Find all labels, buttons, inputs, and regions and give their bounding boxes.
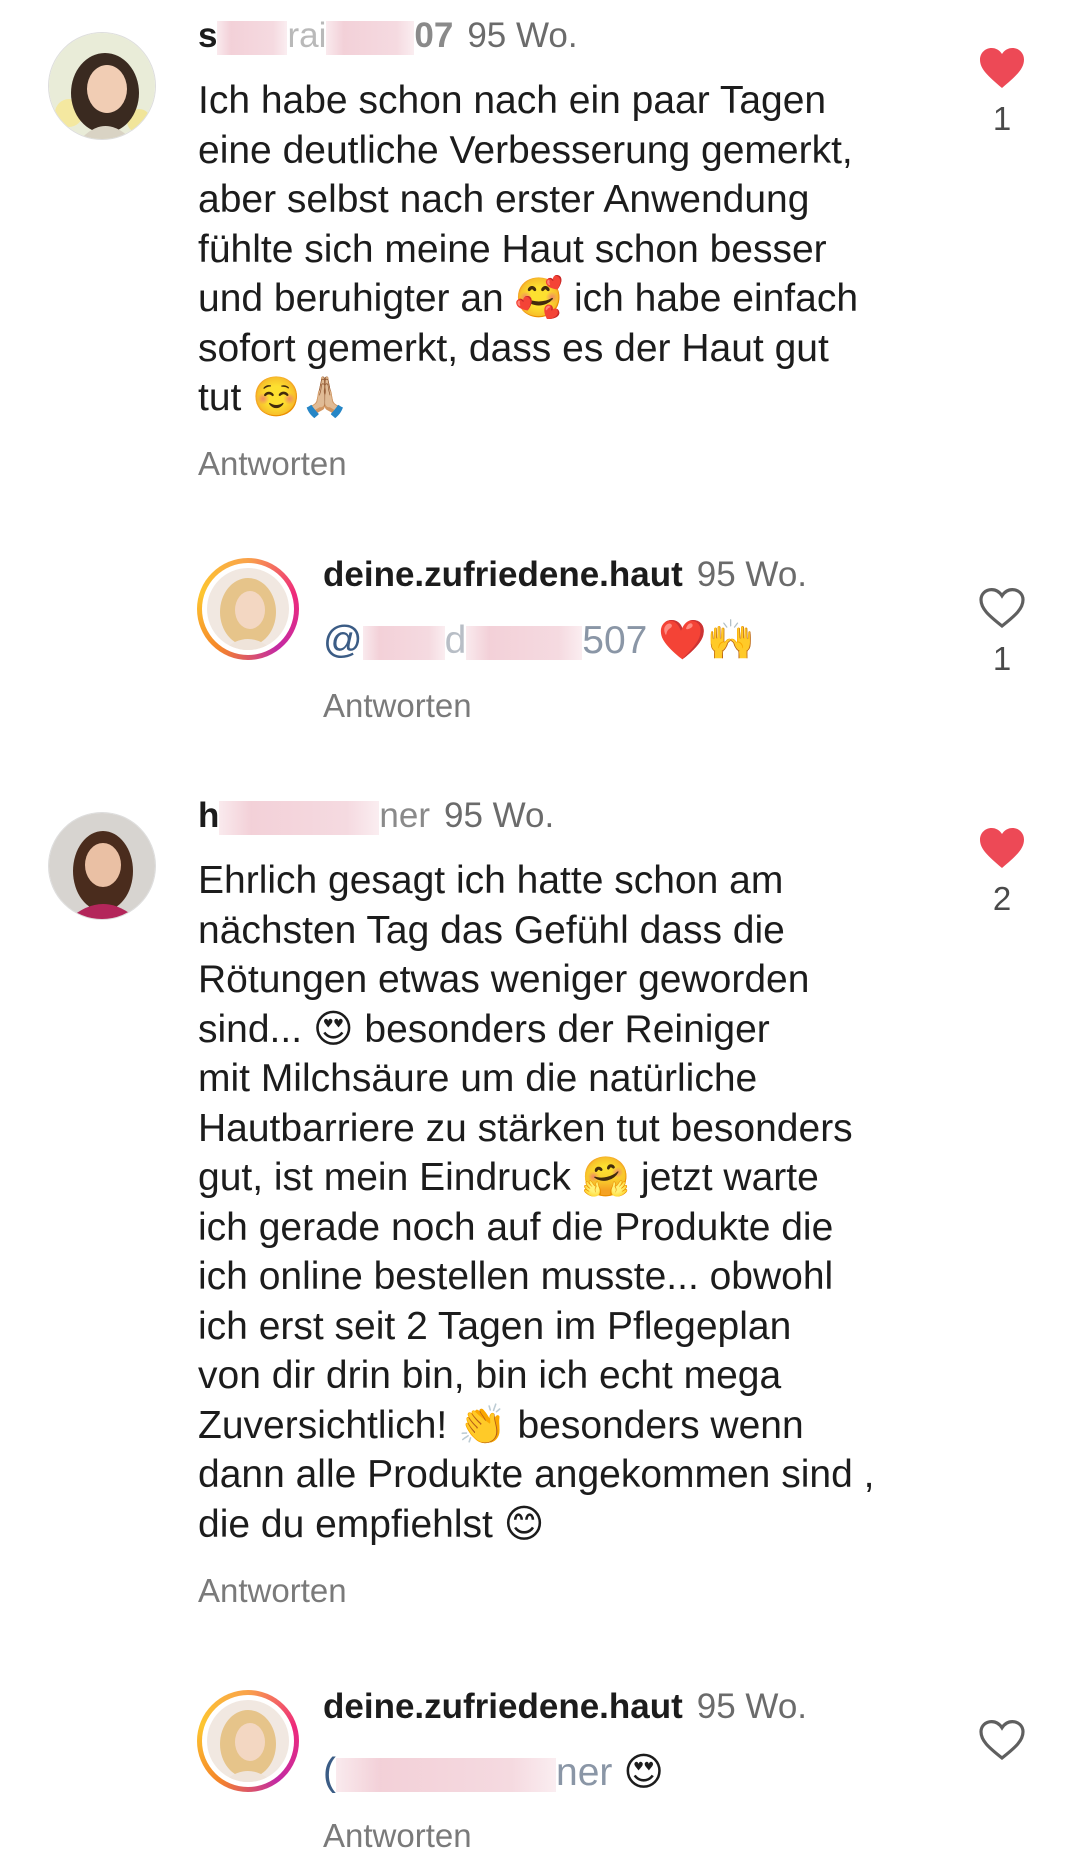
text-line: gut, ist mein Eindruck 🤗 jetzt warte <box>198 1156 819 1199</box>
like-count: 2 <box>992 880 1012 917</box>
username[interactable]: deine.zufriedene.haut <box>323 555 683 594</box>
emoji-text: 😍 <box>623 1751 664 1794</box>
avatar-image <box>49 813 155 919</box>
reply-button[interactable]: Antworten <box>323 687 472 725</box>
comment-text: (ner 😍 <box>323 1748 664 1798</box>
text-line: Ehrlich gesagt ich hatte schon am <box>198 859 784 902</box>
username[interactable]: h ner <box>198 796 430 835</box>
timestamp: 95 Wo. <box>467 16 578 55</box>
text-line: Rötungen etwas weniger geworden <box>198 958 810 1001</box>
reply-1: deine.zufriedene.haut 95 Wo. @ d 507 ❤️🙌 An… <box>0 540 1080 740</box>
text-line: eine deutliche Verbesserung gemerkt, <box>198 128 853 172</box>
comment-meta: deine.zufriedene.haut 95 Wo. <box>323 1687 807 1727</box>
text-line: aber selbst nach erster Anwendung <box>198 178 810 221</box>
text-line: fühlte sich meine Haut schon besser <box>198 227 827 271</box>
text-line: sofort gemerkt, dass es der Haut gut <box>198 326 829 370</box>
heart-outline-icon <box>979 587 1025 629</box>
username[interactable]: deine.zufriedene.haut <box>323 1687 683 1726</box>
text-line: Hautbarriere zu stärken tut besonders <box>198 1106 853 1150</box>
text-line: von dir drin bin, bin ich echt mega <box>198 1354 782 1397</box>
heart-outline-icon <box>979 1719 1025 1761</box>
comment-meta: deine.zufriedene.haut 95 Wo. <box>323 555 807 595</box>
text-line: tut ☺️🙏🏼 <box>198 376 350 419</box>
reply-button[interactable]: Antworten <box>323 1817 472 1855</box>
like-count: 1 <box>992 100 1012 137</box>
reply-button[interactable]: Antworten <box>198 445 347 483</box>
avatar-image <box>207 568 289 650</box>
avatar-image <box>207 1700 289 1782</box>
comment-meta: h ner 95 Wo. <box>198 796 554 836</box>
mention-link[interactable]: (ner <box>323 1751 612 1794</box>
mention-link[interactable]: @ d 507 <box>323 619 647 662</box>
text-line: und beruhigter an 🥰 ich habe einfach <box>198 277 859 320</box>
username[interactable]: s rai 07 <box>198 16 453 55</box>
comment-text: Ich habe schon nach ein paar Tagen eine … <box>198 76 858 423</box>
text-line: ich online bestellen musste... obwohl <box>198 1255 834 1298</box>
text-line: nächsten Tag das Gefühl dass die <box>198 908 785 952</box>
like-button[interactable]: 1 <box>967 586 1037 678</box>
comment-text: @ d 507 ❤️🙌 <box>323 616 755 666</box>
timestamp: 95 Wo. <box>443 796 555 835</box>
like-button[interactable]: 1 <box>967 46 1037 138</box>
text-line: die du empfiehlst 😊 <box>198 1502 545 1546</box>
text-line: sind... 😍 besonders der Reiniger <box>198 1007 770 1051</box>
like-button[interactable] <box>967 1718 1037 1762</box>
emoji-text: ❤️🙌 <box>658 619 756 662</box>
comment-1: s rai 07 95 Wo. Ich habe schon nach ein paa… <box>0 0 1080 482</box>
heart-icon <box>980 48 1024 88</box>
text-line: mit Milchsäure um die natürliche <box>198 1057 758 1100</box>
avatar[interactable] <box>197 1690 299 1792</box>
avatar-image <box>49 33 155 139</box>
avatar[interactable] <box>48 812 156 920</box>
like-button[interactable]: 2 <box>967 826 1037 918</box>
timestamp: 95 Wo. <box>696 1687 808 1726</box>
reply-2: deine.zufriedene.haut 95 Wo. (ner 😍 Antwo… <box>0 1672 1080 1858</box>
reply-button[interactable]: Antworten <box>198 1572 347 1610</box>
like-count: 1 <box>992 640 1012 677</box>
comment-text: Ehrlich gesagt ich hatte schon am nächst… <box>198 856 874 1549</box>
heart-icon <box>980 828 1024 868</box>
comment-2: h ner 95 Wo. Ehrlich gesagt ich hatte scho… <box>0 780 1080 1630</box>
text-line: ich gerade noch auf die Produkte die <box>198 1205 834 1249</box>
avatar[interactable] <box>197 558 299 660</box>
timestamp: 95 Wo. <box>696 555 808 594</box>
text-line: dann alle Produkte angekommen sind , <box>198 1453 875 1496</box>
text-line: ich erst seit 2 Tagen im Pflegeplan <box>198 1304 792 1348</box>
text-line: Zuversichtlich! 👏 besonders wenn <box>198 1403 804 1447</box>
text-line: Ich habe schon nach ein paar Tagen <box>198 79 827 122</box>
comment-meta: s rai 07 95 Wo. <box>198 16 578 56</box>
avatar[interactable] <box>48 32 156 140</box>
